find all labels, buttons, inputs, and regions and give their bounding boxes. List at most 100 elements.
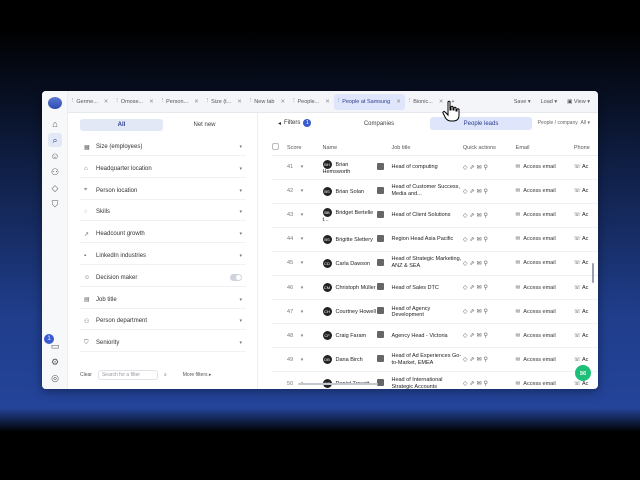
chevron-down-icon[interactable]: ▾	[301, 236, 304, 242]
access-email-button[interactable]: Access email	[523, 260, 555, 266]
mail-icon[interactable]: ✉	[477, 261, 484, 267]
horizontal-scrollbar[interactable]	[298, 383, 378, 385]
filter-person-department[interactable]: ⚇ Person department ▾	[80, 313, 246, 331]
link-icon[interactable]: ⚲	[484, 261, 490, 267]
close-icon[interactable]: ✕	[325, 99, 330, 105]
access-email-button[interactable]: Access email	[523, 357, 555, 363]
table-row[interactable]: 48 ▾ CF Craig Faram Agency Head - Victoria ◇…	[272, 323, 598, 349]
external-link-icon[interactable]: ⇗	[469, 213, 476, 219]
link-icon[interactable]: ⚲	[484, 333, 490, 339]
external-link-icon[interactable]: ⇗	[469, 381, 476, 387]
search-icon[interactable]: ⌕	[164, 372, 167, 378]
chevron-down-icon[interactable]: ▾	[301, 285, 304, 291]
col-score[interactable]: Score	[287, 141, 309, 156]
shield-icon[interactable]: ⛉	[48, 197, 62, 211]
home-icon[interactable]: ⌂	[48, 117, 62, 131]
save-button[interactable]: Save ▾	[514, 99, 531, 105]
decision-maker-toggle[interactable]	[230, 274, 242, 282]
chevron-down-icon[interactable]: ▾	[301, 357, 304, 363]
access-email-button[interactable]: Access email	[523, 381, 555, 387]
chevron-down-icon[interactable]: ▾	[301, 309, 304, 315]
org-icon[interactable]: ⚇	[48, 165, 62, 179]
filter-search-input[interactable]: Search for a filter	[97, 370, 158, 380]
link-icon[interactable]: ⚲	[484, 357, 490, 363]
linkedin-icon[interactable]	[377, 162, 385, 170]
tab-active[interactable]: ⫶ People at Samsung ✕	[333, 93, 405, 110]
linkedin-icon[interactable]	[377, 379, 385, 387]
access-phone-button[interactable]: Ac	[582, 357, 588, 363]
external-link-icon[interactable]: ⇗	[469, 309, 476, 315]
person-name[interactable]: Dana Birch	[336, 357, 363, 363]
external-link-icon[interactable]: ⇗	[469, 285, 476, 291]
access-phone-button[interactable]: Ac	[582, 309, 588, 315]
tab[interactable]: ⫶ People... ✕	[289, 94, 334, 110]
link-icon[interactable]: ⚲	[484, 213, 490, 219]
chat-icon[interactable]: ✉	[575, 365, 591, 381]
access-phone-button[interactable]: Ac	[582, 285, 588, 291]
person-name[interactable]: Carla Dawson	[336, 261, 371, 267]
mail-icon[interactable]: ✉	[477, 213, 484, 219]
access-email-button[interactable]: Access email	[523, 285, 555, 291]
person-name[interactable]: Brian Solan	[336, 189, 364, 195]
filter-decision-maker[interactable]: ☺ Decision maker	[80, 270, 246, 287]
col-email[interactable]: Email	[515, 141, 574, 156]
help-icon[interactable]: ◎	[48, 371, 62, 385]
close-icon[interactable]: ✕	[149, 99, 154, 105]
chevron-down-icon[interactable]: ▾	[301, 164, 304, 170]
link-icon[interactable]: ⚲	[484, 309, 490, 315]
col-job-title[interactable]: Job title	[391, 141, 463, 156]
table-row[interactable]: 47 ▾ CH Courtney Howell Head of Agency Deve…	[272, 299, 598, 325]
table-row[interactable]: 41 ▾ BH Brian Hemsworth Head of computing ◇⇗…	[272, 155, 598, 180]
chevron-down-icon[interactable]: ▾	[301, 212, 304, 218]
linkedin-icon[interactable]	[377, 186, 385, 194]
linkedin-icon[interactable]	[377, 258, 385, 266]
external-link-icon[interactable]: ⇗	[469, 333, 476, 339]
external-link-icon[interactable]: ⇗	[469, 165, 476, 171]
external-link-icon[interactable]: ⇗	[469, 237, 476, 243]
mail-icon[interactable]: ✉	[477, 357, 484, 363]
linkedin-icon[interactable]	[377, 307, 385, 315]
access-email-button[interactable]: Access email	[523, 333, 555, 339]
table-row[interactable]: 49 ▾ DB Dana Birch Head of Ad Experiences G…	[272, 347, 598, 373]
linkedin-icon[interactable]	[377, 331, 385, 339]
mail-icon[interactable]: ✉	[477, 381, 484, 387]
external-link-icon[interactable]: ⇗	[469, 189, 476, 195]
close-icon[interactable]: ✕	[104, 99, 109, 105]
filter-job-title[interactable]: ▤ Job title ▾	[80, 292, 246, 309]
filter-seniority[interactable]: ⛉ Seniority ▾	[80, 335, 246, 353]
close-icon[interactable]: ✕	[194, 99, 199, 105]
view-button[interactable]: ▣ View ▾	[567, 99, 590, 105]
access-email-button[interactable]: Access email	[523, 212, 555, 218]
access-email-button[interactable]: Access email	[523, 188, 555, 194]
chevron-down-icon[interactable]: ▾	[301, 260, 304, 266]
person-name[interactable]: Craig Faram	[336, 333, 367, 339]
filter-skills[interactable]: ◌ Skills ▾	[80, 204, 246, 222]
external-link-icon[interactable]: ⇗	[469, 261, 476, 267]
linkedin-icon[interactable]	[377, 283, 385, 291]
table-row[interactable]: 46 ▾ CM Christoph Müller Head of Sales DTC ◇…	[272, 275, 598, 301]
vertical-scrollbar[interactable]	[592, 263, 594, 283]
access-phone-button[interactable]: Ac	[582, 188, 588, 194]
mail-icon[interactable]: ✉	[477, 237, 484, 243]
seg-all[interactable]: All	[80, 119, 163, 131]
table-row[interactable]: 44 ▾ BS Brigitte Slettery Region Head Asia …	[272, 227, 598, 252]
filter-person-location[interactable]: ⌖ Person location ▾	[80, 183, 246, 200]
people-per-company[interactable]: People / company All ▾	[538, 120, 590, 126]
tag-icon[interactable]: ◇	[48, 181, 62, 195]
person-icon[interactable]: ☺	[48, 149, 62, 163]
table-row[interactable]: 43 ▾ BB Bridget Bertelle t... Head of Clien…	[272, 203, 598, 228]
access-phone-button[interactable]: Ac	[582, 212, 588, 218]
chevron-down-icon[interactable]: ▾	[301, 188, 304, 194]
access-phone-button[interactable]: Ac	[582, 236, 588, 242]
clear-button[interactable]: Clear	[80, 372, 92, 378]
seg-net-new[interactable]: Net new	[163, 119, 246, 131]
col-phone[interactable]: Phone	[573, 141, 598, 156]
filters-button[interactable]: ◂ Filters 1	[278, 119, 312, 127]
table-row[interactable]: 42 ▾ BS Brian Solan Head of Customer Succes…	[272, 179, 598, 204]
mail-icon[interactable]: ✉	[477, 309, 484, 315]
filter-headcount-growth[interactable]: ↗ Headcount growth ▾	[80, 226, 246, 244]
link-icon[interactable]: ⚲	[484, 189, 490, 195]
filter-linkedin-industries[interactable]: ▪ LinkedIn industries ▾	[80, 248, 246, 265]
close-icon[interactable]: ✕	[280, 99, 285, 105]
access-email-button[interactable]: Access email	[523, 309, 555, 315]
